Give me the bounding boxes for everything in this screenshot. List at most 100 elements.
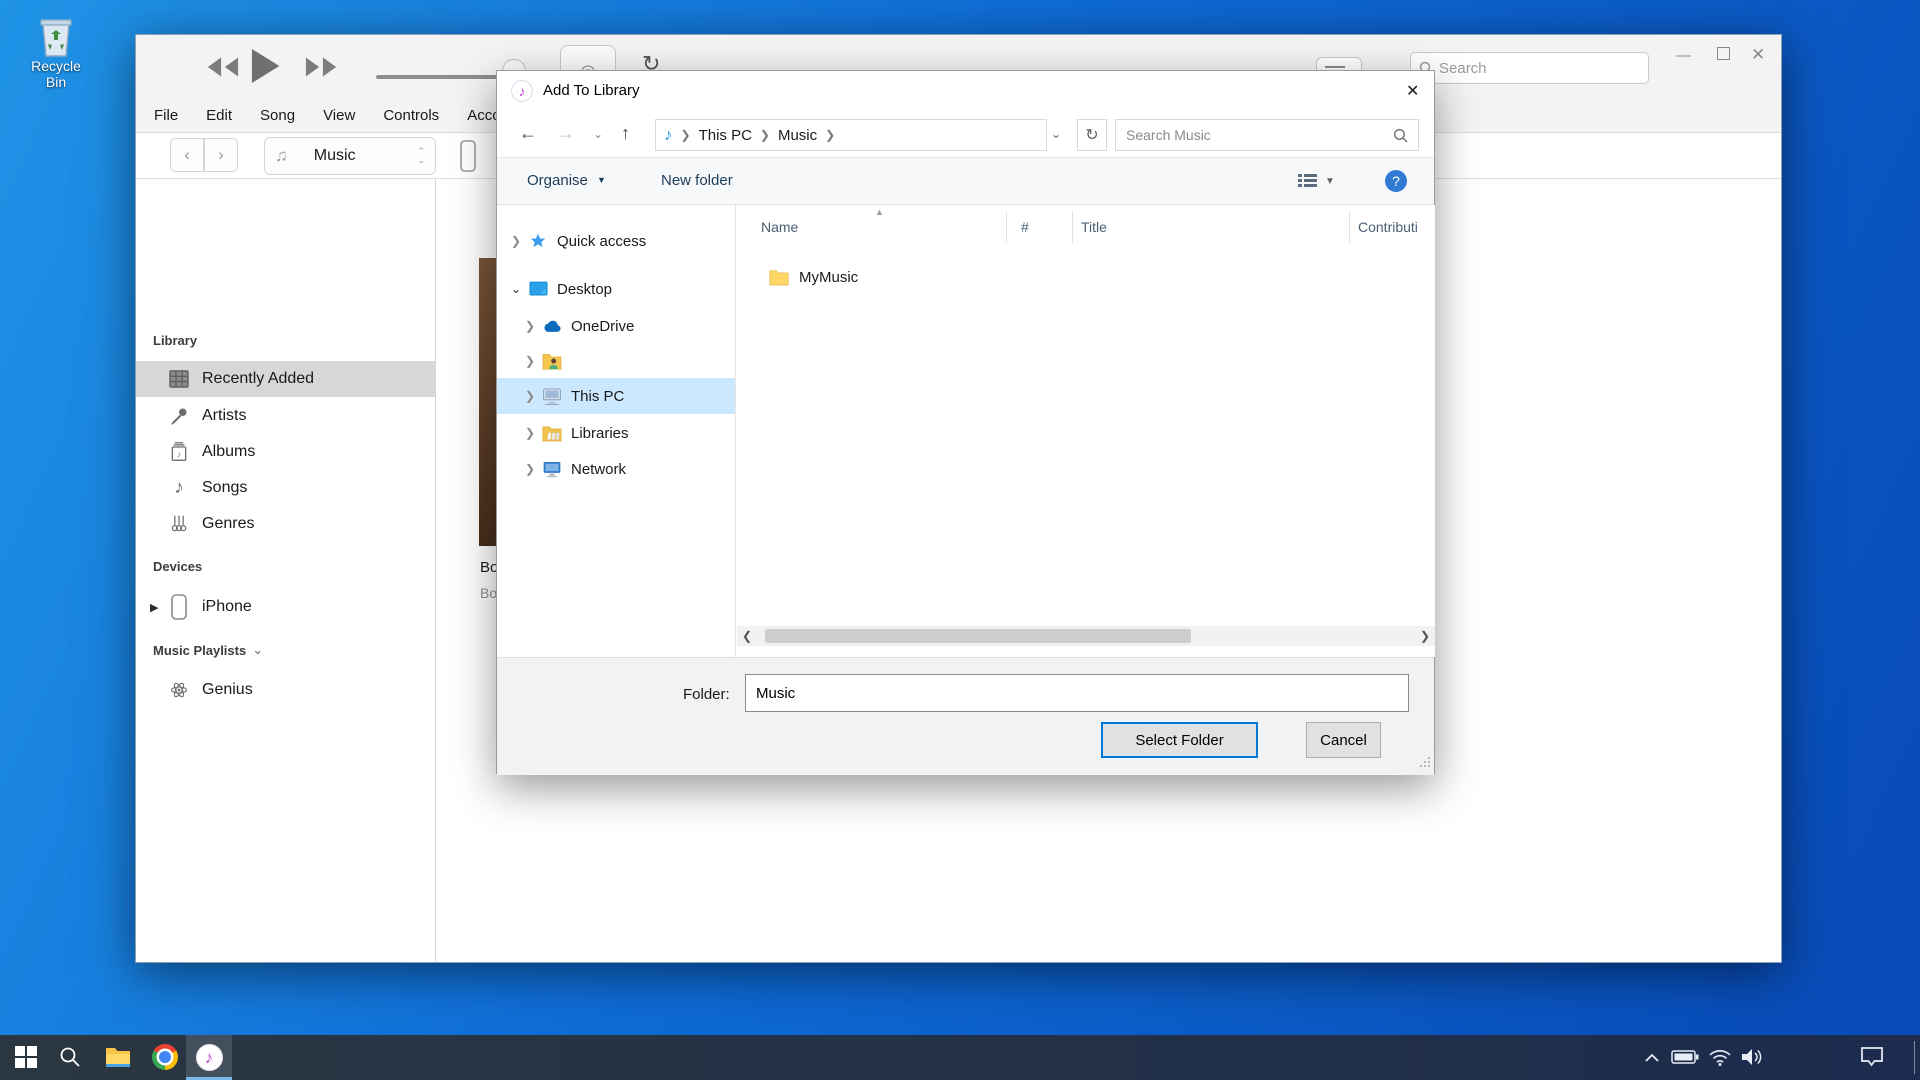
column-header-number[interactable]: # — [1021, 219, 1029, 235]
wifi-icon[interactable] — [1706, 1043, 1734, 1071]
tray-show-hidden-icons[interactable] — [1638, 1043, 1666, 1071]
column-header-contributing[interactable]: Contributi — [1358, 219, 1418, 235]
tree-item-quick-access[interactable]: ❯ Quick access — [497, 223, 736, 259]
sidebar-item-albums[interactable]: ♪ Albums — [136, 434, 435, 470]
sidebar-item-artists[interactable]: Artists — [136, 398, 435, 434]
expander-icon[interactable]: ❯ — [509, 234, 523, 248]
action-center-icon[interactable] — [1858, 1043, 1886, 1071]
sort-ascending-icon[interactable]: ▲ — [875, 207, 884, 217]
fast-forward-button[interactable] — [304, 55, 338, 79]
itunes-search-input[interactable]: Search — [1410, 52, 1649, 84]
taskbar-search-button[interactable] — [56, 1043, 84, 1071]
menu-edit[interactable]: Edit — [206, 107, 232, 124]
music-playlists-header[interactable]: Music Playlists ⌄ — [153, 642, 263, 658]
start-button[interactable] — [12, 1043, 40, 1071]
sidebar-item-recently-added[interactable]: Recently Added — [136, 361, 435, 397]
nav-forward-icon[interactable]: → — [557, 123, 575, 144]
collapse-icon[interactable]: ⌄ — [509, 282, 523, 296]
column-header-title[interactable]: Title — [1081, 219, 1107, 235]
scrollbar-thumb[interactable] — [765, 629, 1191, 643]
desktop-monitor-icon — [527, 281, 549, 297]
dialog-toolbar: Organise ▼ New folder ▼ ? — [497, 157, 1434, 205]
nav-history-chevron-icon[interactable]: ⌄ — [593, 127, 603, 141]
new-folder-button[interactable]: New folder — [661, 172, 733, 189]
iphone-icon — [166, 594, 192, 620]
scroll-left-icon[interactable]: ❮ — [737, 629, 757, 643]
horizontal-scrollbar[interactable]: ❮ ❯ — [737, 626, 1435, 646]
refresh-button[interactable]: ↻ — [1077, 119, 1107, 151]
view-mode-chevron-icon[interactable]: ▼ — [1325, 176, 1335, 187]
chrome-icon — [152, 1044, 178, 1070]
dialog-search-input[interactable]: Search Music — [1115, 119, 1419, 151]
play-button[interactable] — [248, 45, 282, 87]
nav-up-icon[interactable]: ↑ — [621, 123, 630, 144]
battery-icon[interactable] — [1668, 1043, 1702, 1071]
column-header-name[interactable]: Name — [761, 219, 798, 235]
tree-item-libraries[interactable]: ❯ Libraries — [497, 415, 736, 451]
tree-item-user-profile[interactable]: ❯ — [497, 343, 736, 379]
menu-view[interactable]: View — [323, 107, 355, 124]
back-button[interactable]: ‹ — [170, 138, 204, 172]
menu-song[interactable]: Song — [260, 107, 295, 124]
organise-menu-button[interactable]: Organise ▼ — [527, 172, 606, 189]
folder-name-input[interactable]: Music — [745, 674, 1409, 712]
view-mode-button[interactable] — [1297, 172, 1319, 190]
expander-icon[interactable]: ❯ — [523, 319, 537, 333]
resize-grip[interactable] — [1419, 756, 1431, 768]
tree-item-network[interactable]: ❯ Network — [497, 451, 736, 487]
volume-icon[interactable] — [1738, 1043, 1766, 1071]
recycle-bin-shortcut[interactable]: Recycle Bin — [22, 12, 90, 90]
media-picker-value: Music — [314, 147, 356, 165]
expander-icon[interactable]: ▶ — [150, 601, 158, 614]
tree-item-onedrive[interactable]: ❯ OneDrive — [497, 308, 736, 344]
file-row-mymusic[interactable]: MyMusic — [737, 261, 1435, 293]
folder-icon — [769, 269, 789, 286]
sidebar-item-songs[interactable]: ♪ Songs — [136, 470, 435, 506]
expander-icon[interactable]: ❯ — [523, 354, 537, 368]
music-note-icon: ♫ — [275, 146, 288, 166]
dialog-titlebar[interactable]: ♪ Add To Library ✕ — [497, 71, 1434, 113]
sidebar-item-iphone[interactable]: ▶ iPhone — [136, 589, 435, 625]
search-icon[interactable] — [1393, 128, 1408, 143]
nav-back-icon[interactable]: ← — [519, 123, 537, 144]
tree-item-this-pc[interactable]: ❯ This PC — [497, 378, 736, 414]
media-picker-dropdown[interactable]: ♫ Music ⌃⌄ — [264, 137, 436, 175]
device-iphone-button[interactable] — [456, 139, 480, 173]
show-desktop-divider[interactable] — [1914, 1041, 1915, 1074]
minimize-button[interactable]: — — [1676, 47, 1691, 64]
album-subtitle[interactable]: Bo — [480, 585, 497, 601]
itunes-taskbar-active[interactable]: ♪ — [186, 1035, 232, 1080]
dialog-footer: Folder: Music Select Folder Cancel — [497, 657, 1434, 775]
organise-label: Organise — [527, 172, 588, 189]
expander-icon[interactable]: ❯ — [523, 426, 537, 440]
select-folder-button[interactable]: Select Folder — [1101, 722, 1258, 758]
breadcrumb-music[interactable]: Music — [778, 127, 817, 144]
tree-label: OneDrive — [571, 318, 634, 335]
sidebar-label: Genius — [202, 681, 253, 699]
rewind-button[interactable] — [206, 55, 240, 79]
menu-file[interactable]: File — [154, 107, 178, 124]
chrome-button[interactable] — [151, 1043, 179, 1071]
sidebar-item-genius[interactable]: Genius — [136, 672, 435, 708]
taskbar: ♪ — [0, 1035, 1920, 1080]
breadcrumb-this-pc[interactable]: This PC — [699, 127, 752, 144]
cancel-button[interactable]: Cancel — [1306, 722, 1381, 758]
menu-controls[interactable]: Controls — [383, 107, 439, 124]
scroll-right-icon[interactable]: ❯ — [1415, 629, 1435, 643]
help-icon[interactable]: ? — [1385, 170, 1407, 192]
expander-icon[interactable]: ❯ — [523, 462, 537, 476]
forward-button[interactable]: › — [204, 138, 238, 172]
expander-icon[interactable]: ❯ — [523, 389, 537, 403]
sidebar-item-genres[interactable]: Genres — [136, 506, 435, 542]
address-bar[interactable]: ♪ ❯ This PC ❯ Music ❯ — [655, 119, 1047, 151]
tree-item-desktop[interactable]: ⌄ Desktop — [497, 271, 736, 307]
crumb-separator-icon: ❯ — [825, 128, 835, 142]
volume-slider[interactable] — [376, 75, 514, 79]
address-dropdown-icon[interactable]: ⌄ — [1051, 127, 1061, 141]
file-explorer-button[interactable] — [104, 1043, 132, 1071]
maximize-button[interactable] — [1717, 47, 1730, 60]
microphone-icon — [166, 406, 192, 426]
libraries-icon — [541, 425, 563, 442]
close-button[interactable]: ✕ — [1751, 45, 1765, 65]
dialog-close-icon[interactable]: ✕ — [1400, 79, 1425, 103]
